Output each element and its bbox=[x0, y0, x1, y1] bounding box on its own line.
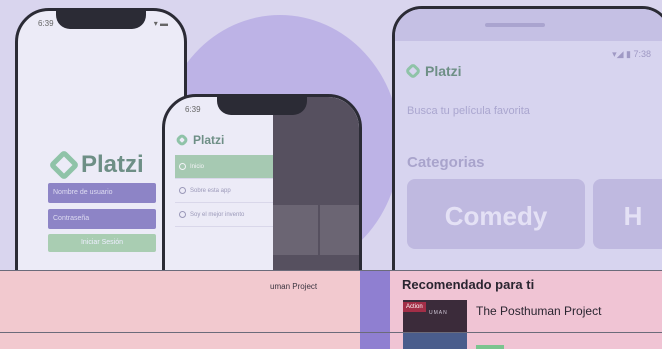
menu-item-label: Soy el mejor invento bbox=[190, 211, 245, 218]
menu-item-label: Inicio bbox=[190, 163, 205, 170]
category-card-comedy[interactable]: Comedy bbox=[407, 179, 585, 249]
menu-item-invento[interactable]: Soy el mejor invento bbox=[175, 203, 273, 227]
recommended-title: Recomendado para ti bbox=[402, 277, 535, 292]
platzi-logo: Platzi bbox=[174, 132, 225, 148]
search-input[interactable]: Busca tu película favorita bbox=[407, 105, 530, 117]
category-label: H bbox=[623, 201, 643, 231]
menu-item-label: Sobre esta app bbox=[190, 187, 231, 194]
platzi-logo-icon bbox=[48, 149, 80, 181]
password-input[interactable]: Contraseña bbox=[48, 209, 156, 229]
phone-speaker bbox=[485, 23, 545, 27]
movie-title[interactable]: The Posthuman Project bbox=[476, 304, 601, 318]
phone-notch bbox=[217, 97, 307, 115]
status-time: 6:39 bbox=[185, 105, 201, 114]
platzi-logo-icon bbox=[404, 62, 422, 80]
movie-poster[interactable]: Action UMAN bbox=[403, 300, 467, 332]
brand-name: Platzi bbox=[81, 151, 144, 178]
poster-text: UMAN bbox=[429, 310, 448, 316]
status-icons: ▾ ▬ bbox=[153, 19, 168, 28]
side-menu: Inicio Sobre esta app Soy el mejor inven… bbox=[175, 155, 273, 227]
platzi-logo: Platzi bbox=[404, 62, 462, 80]
brand-name: Platzi bbox=[193, 133, 225, 147]
purple-strip bbox=[360, 270, 390, 349]
platzi-logo-icon bbox=[174, 132, 190, 148]
movie-poster-second[interactable] bbox=[403, 333, 467, 349]
username-input[interactable]: Nombre de usuario bbox=[48, 183, 156, 203]
menu-item-inicio[interactable]: Inicio bbox=[175, 155, 273, 179]
category-card-next[interactable]: H bbox=[593, 179, 662, 249]
platzi-logo: Platzi bbox=[48, 149, 144, 181]
status-icons: ▾◢ ▮ 7:38 bbox=[612, 49, 651, 59]
phone-notch bbox=[56, 11, 146, 29]
login-button[interactable]: Iniciar Sesión bbox=[48, 234, 156, 252]
menu-item-about[interactable]: Sobre esta app bbox=[175, 179, 273, 203]
home-icon bbox=[179, 163, 186, 170]
info-icon bbox=[179, 187, 186, 194]
brand-name: Platzi bbox=[425, 63, 462, 79]
status-time: 6:39 bbox=[38, 19, 54, 28]
category-label: Comedy bbox=[444, 201, 548, 231]
genre-badge: Action bbox=[403, 302, 426, 312]
overlay-movie-title: uman Project bbox=[270, 282, 318, 291]
star-icon bbox=[179, 211, 186, 218]
rating-chip bbox=[476, 345, 504, 349]
divider-bottom bbox=[0, 332, 662, 333]
categories-title: Categorias bbox=[407, 154, 485, 171]
overlay-thumbnails bbox=[273, 205, 359, 255]
divider-top bbox=[0, 270, 662, 271]
